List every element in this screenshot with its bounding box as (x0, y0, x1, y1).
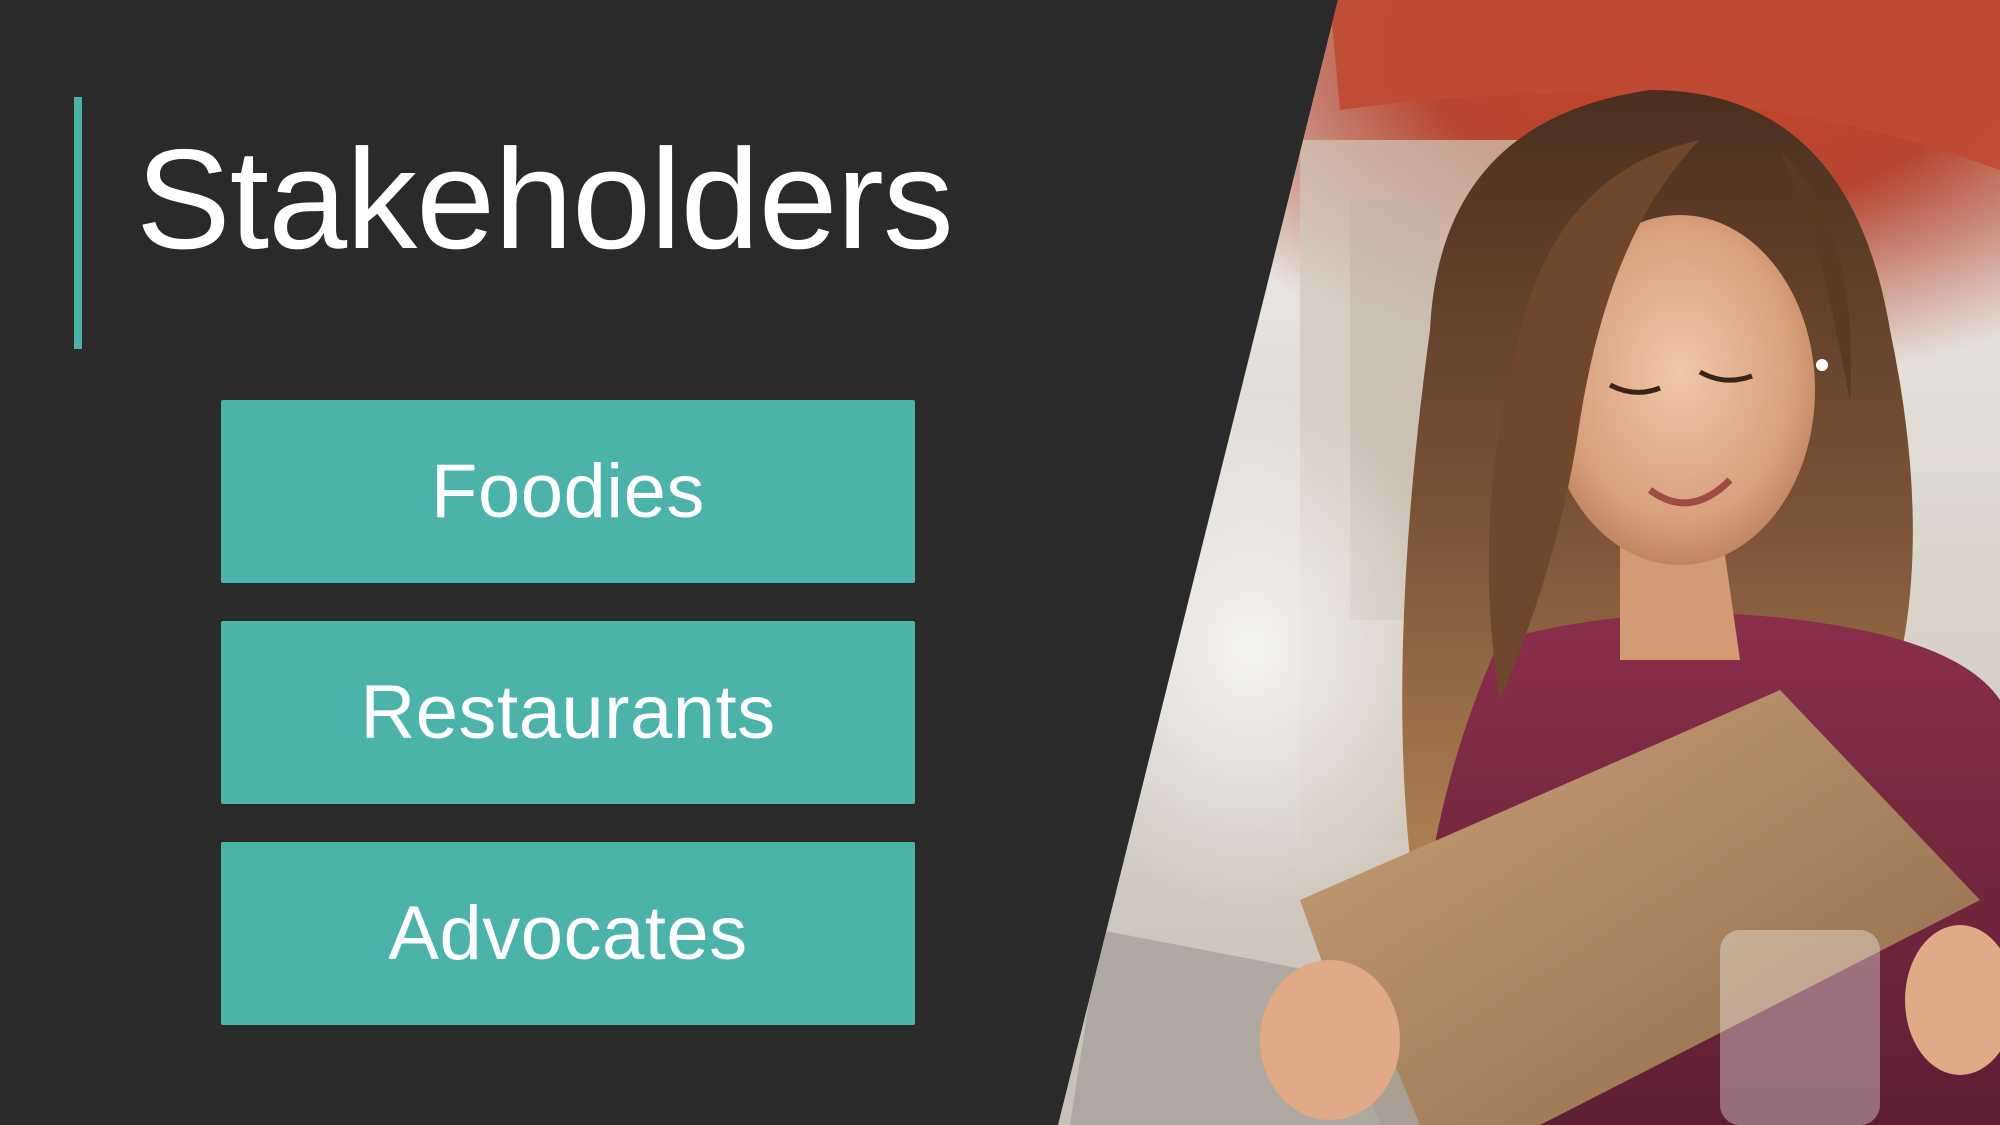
stakeholder-box-advocates: Advocates (221, 842, 915, 1025)
stakeholder-box-foodies: Foodies (221, 400, 915, 583)
title-accent-bar (74, 97, 82, 349)
page-title: Stakeholders (136, 120, 954, 279)
stakeholder-box-restaurants: Restaurants (221, 621, 915, 804)
stakeholder-list: Foodies Restaurants Advocates (221, 400, 915, 1063)
slide: Stakeholders Foodies Restaurants Advocat… (0, 0, 2000, 1125)
